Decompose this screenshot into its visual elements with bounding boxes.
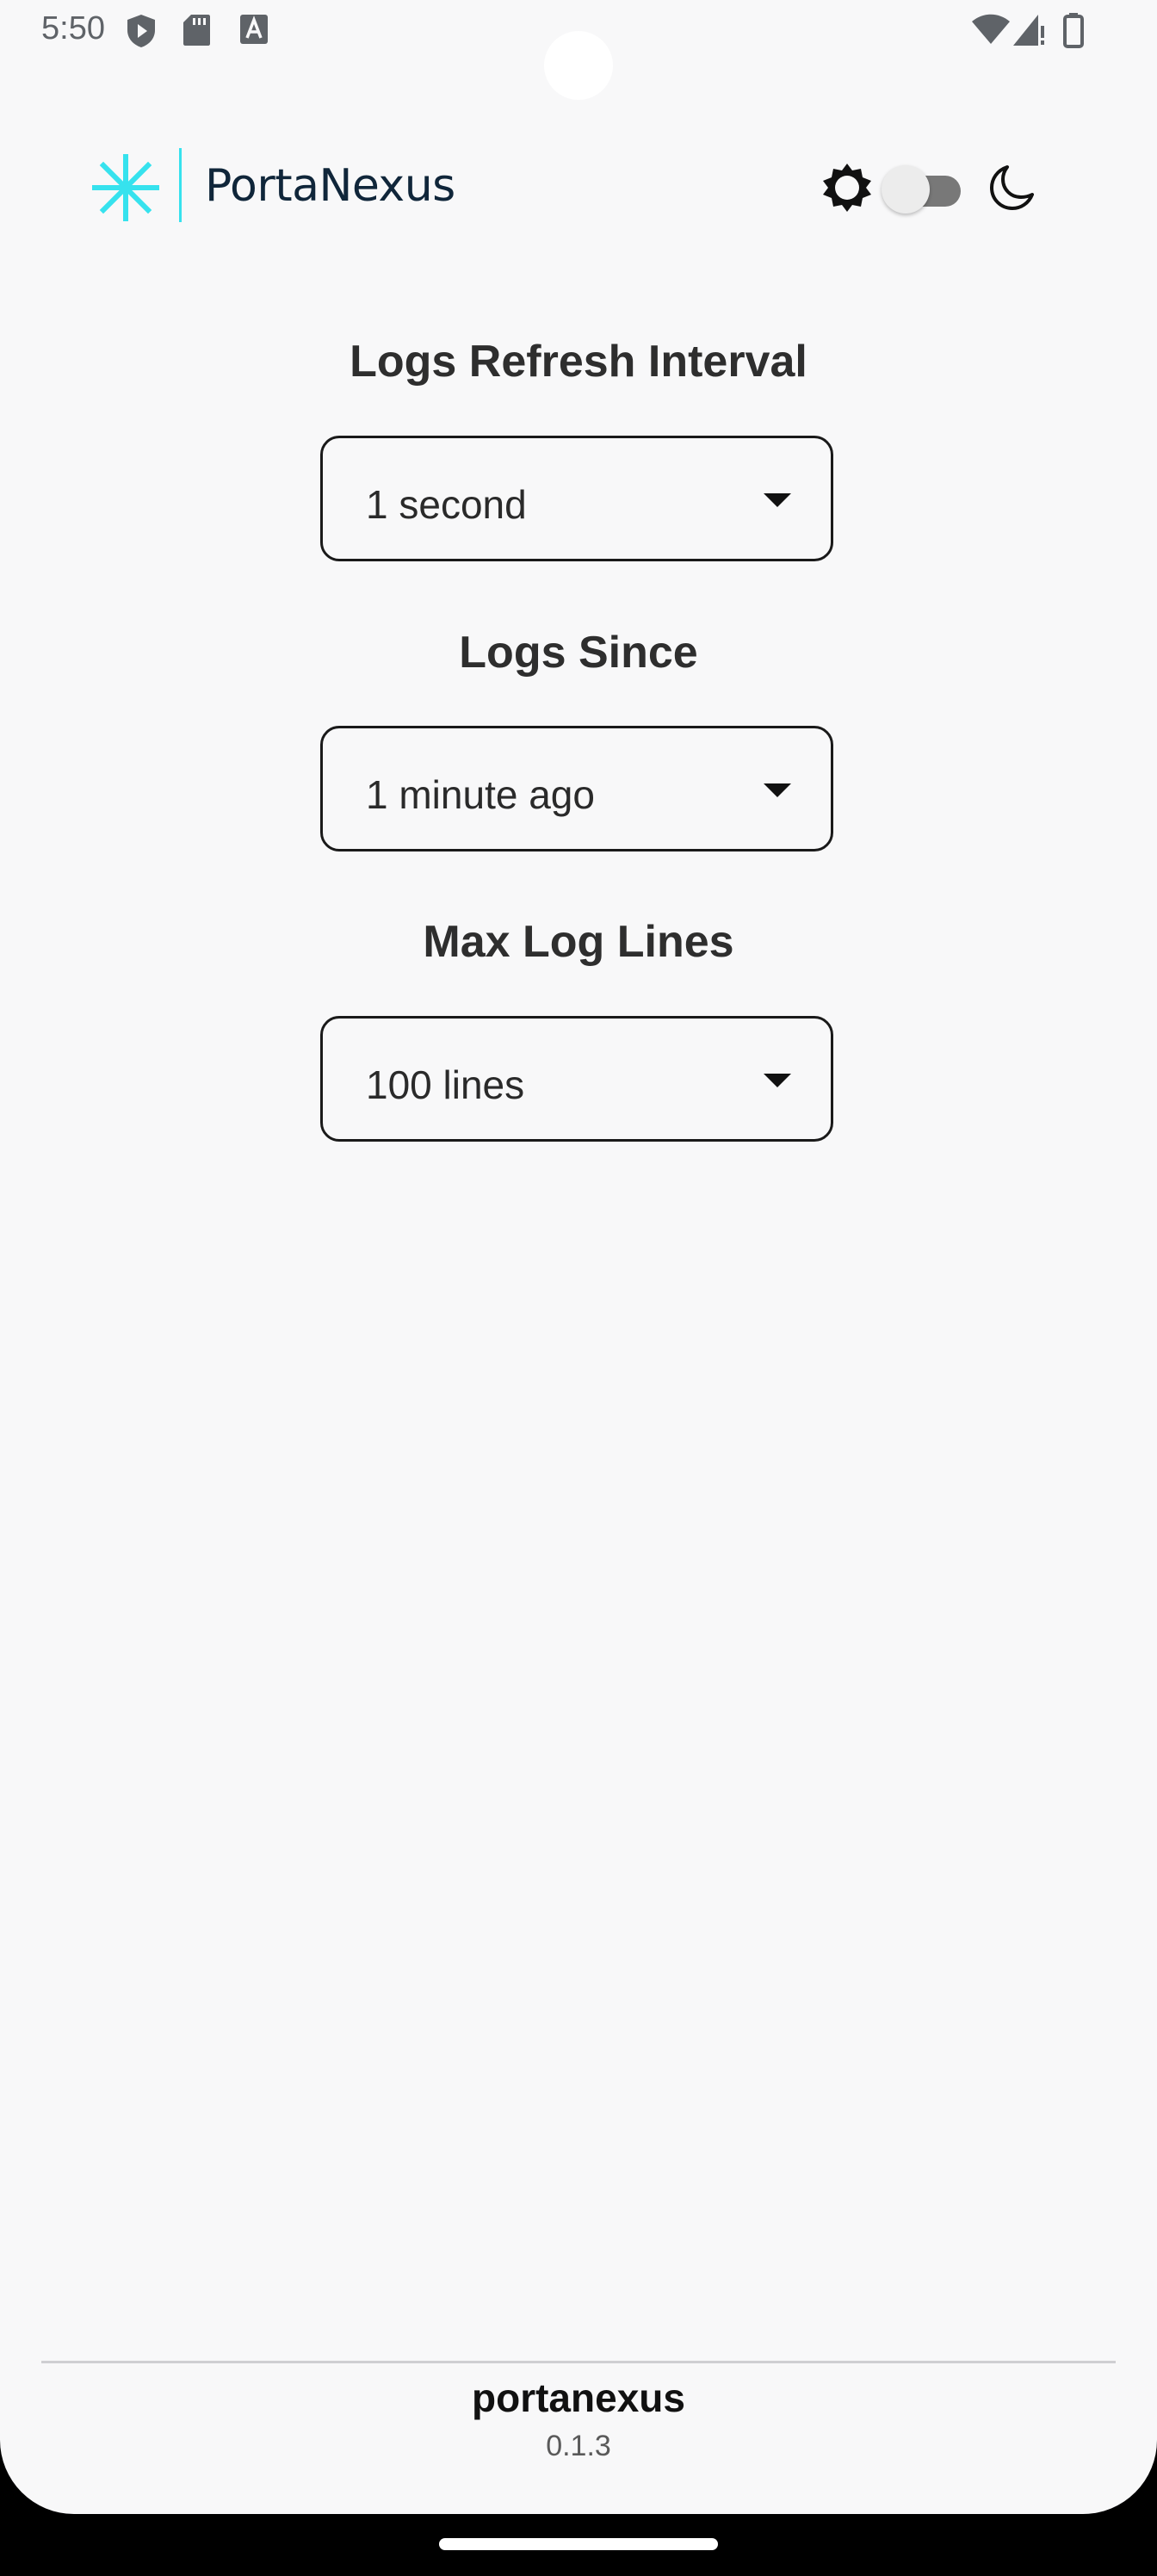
font-icon (239, 14, 269, 49)
toggle-thumb (882, 165, 930, 214)
app-header: PortaNexus (0, 129, 1157, 250)
refresh-interval-title: Logs Refresh Interval (350, 337, 807, 387)
dropdown-arrow-icon (764, 783, 791, 797)
refresh-interval-value: 1 second (366, 482, 527, 527)
sd-card-icon (183, 14, 210, 51)
logs-since-value: 1 minute ago (366, 772, 595, 817)
cell-signal-icon (1012, 14, 1047, 51)
app-screen: 5:50 PortaNexus Logs Refresh Interval 1 … (0, 0, 1157, 2514)
logs-since-title: Logs Since (459, 628, 698, 678)
sun-icon (820, 160, 875, 215)
logo-divider (179, 148, 182, 222)
app-name: PortaNexus (205, 160, 455, 212)
theme-toggle[interactable] (880, 164, 966, 215)
dropdown-arrow-icon (764, 493, 791, 507)
moon-icon (987, 162, 1038, 214)
footer-version: 0.1.3 (546, 2430, 611, 2462)
dropdown-arrow-icon (764, 1074, 791, 1087)
footer-divider (41, 2361, 1116, 2363)
footer-app-name: portanexus (472, 2375, 685, 2420)
max-log-lines-value: 100 lines (366, 1062, 525, 1107)
wifi-icon (971, 14, 1011, 49)
logs-since-select[interactable]: 1 minute ago (320, 726, 833, 851)
gesture-nav-handle[interactable] (439, 2538, 718, 2550)
asterisk-logo-icon (91, 153, 160, 222)
refresh-interval-select[interactable]: 1 second (320, 436, 833, 561)
camera-cutout (544, 31, 613, 100)
status-time: 5:50 (41, 10, 105, 46)
shield-play-icon (126, 14, 157, 53)
battery-icon (1062, 12, 1085, 53)
max-log-lines-title: Max Log Lines (423, 917, 734, 967)
max-log-lines-select[interactable]: 100 lines (320, 1016, 833, 1142)
